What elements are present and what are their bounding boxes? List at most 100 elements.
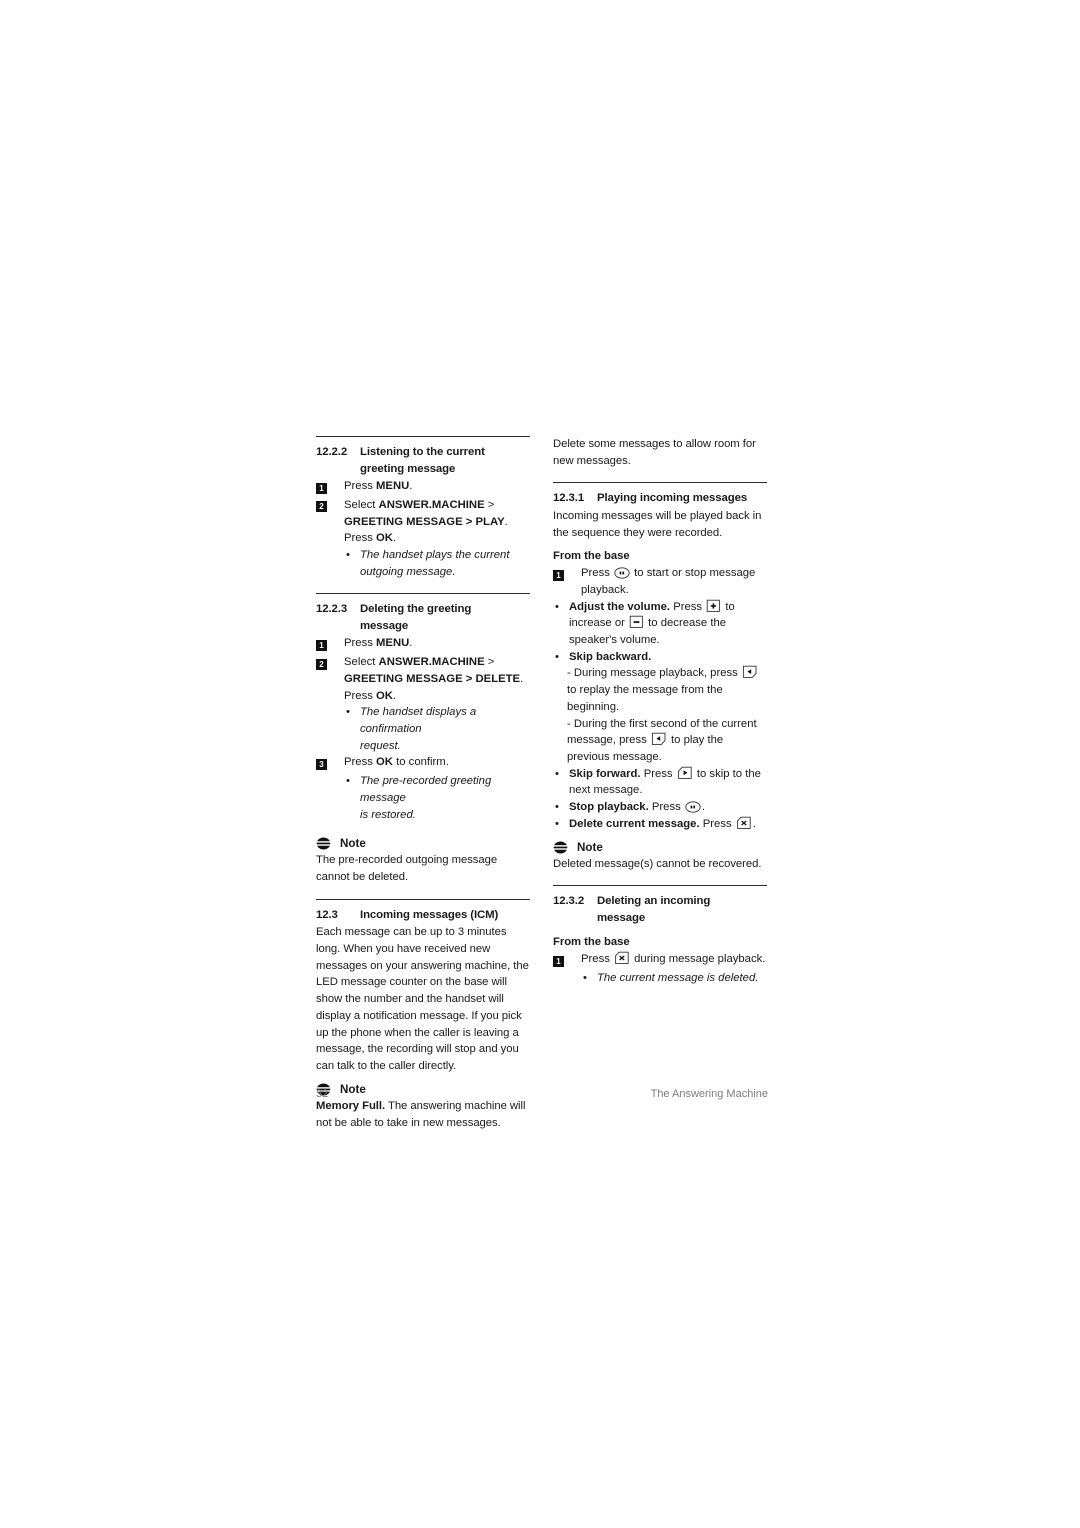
volume-up-key-icon xyxy=(706,599,721,613)
section-divider xyxy=(553,482,767,484)
step-number: 1 xyxy=(316,635,344,654)
bullet-item-stop-playback: • Stop playback. Press . xyxy=(553,799,767,816)
bullet-item: • The current message is deleted. xyxy=(581,970,767,987)
note-emphasis-memory-full: Memory Full. xyxy=(316,1099,386,1112)
skip-forward-key-icon xyxy=(677,766,693,780)
step-item: 3 Press OK to confirm. xyxy=(316,754,530,773)
bullet-dot-icon: • xyxy=(583,971,587,984)
key-label-ok: OK xyxy=(376,756,393,769)
play-stop-key-icon xyxy=(685,801,701,813)
page-footer: 32 The Answering Machine xyxy=(316,1088,768,1100)
step-item: 1 Press MENU. xyxy=(316,478,530,497)
volume-down-key-icon xyxy=(629,615,644,629)
bullet-item-delete-message: • Delete current message. Press . xyxy=(553,816,767,833)
bullet-text: Stop playback. Press . xyxy=(569,801,706,814)
footer-chapter-title: The Answering Machine xyxy=(650,1088,768,1100)
bullet-item: • The pre-recorded greeting message is r… xyxy=(344,773,530,823)
section-number: 12.2.3 xyxy=(316,603,348,616)
step-number-badge: 1 xyxy=(316,482,327,494)
bullet-item-skip-backward: • Skip backward. xyxy=(553,649,767,666)
bullet-dot-icon: • xyxy=(346,706,350,719)
step-number: 1 xyxy=(553,951,581,970)
menu-path-greeting-play: GREETING MESSAGE > PLAY xyxy=(344,515,505,528)
right-column: Delete some messages to allow room for n… xyxy=(553,436,767,987)
page-content: 12.2.2 Listening to the current greeting… xyxy=(316,436,768,1131)
section-title: Deleting an incoming message xyxy=(597,895,711,924)
section-title: Playing incoming messages xyxy=(597,492,748,505)
bullet-dot-icon: • xyxy=(555,817,559,830)
section-number: 12.3.1 xyxy=(553,492,585,505)
page-number: 32 xyxy=(316,1088,329,1100)
step-number: 1 xyxy=(316,478,344,497)
section-divider xyxy=(316,593,530,595)
step-number: 1 xyxy=(553,565,581,598)
bullet-dot-icon: • xyxy=(555,767,559,780)
section-divider xyxy=(553,885,767,887)
step-text: Press MENU. xyxy=(344,480,413,493)
step-number: 2 xyxy=(316,497,344,547)
note-body: Memory Full. The answering machine will … xyxy=(316,1099,526,1129)
note-body: Deleted message(s) cannot be recovered. xyxy=(553,857,762,870)
note-label: Note xyxy=(340,837,366,851)
sub-instruction-skip-backward-2: - During the first second of the current… xyxy=(567,717,757,764)
section-heading-12-3-1: 12.3.1 Playing incoming messages xyxy=(553,490,767,507)
bullet-item: • The handset displays a confirmation re… xyxy=(344,704,530,754)
subheading-from-the-base: From the base xyxy=(553,550,630,563)
bullet-text: Delete current message. Press . xyxy=(569,816,756,830)
bullet-item-adjust-volume: • Adjust the volume. Press to increase o… xyxy=(553,599,767,649)
step-number-badge: 1 xyxy=(553,569,564,581)
manual-page: 12.2.2 Listening to the current greeting… xyxy=(0,0,1080,1528)
play-stop-key-icon xyxy=(614,567,630,579)
step-number-badge: 2 xyxy=(316,658,327,670)
step-text: Press to start or stop message playback. xyxy=(581,567,756,596)
step-text: Select ANSWER.MACHINE > GREETING MESSAGE … xyxy=(344,656,524,702)
step-number-badge: 1 xyxy=(553,955,564,967)
bullet-emphasis: Delete current message. xyxy=(569,817,700,830)
section-body: Incoming messages will be played back in… xyxy=(553,509,762,539)
key-label-ok: OK xyxy=(376,689,393,702)
step-item: 2 Select ANSWER.MACHINE > GREETING MESSAG… xyxy=(316,654,530,704)
bullet-text: Skip forward. Press to skip to the next … xyxy=(569,766,761,797)
section-divider xyxy=(316,436,530,437)
section-heading-12-2-2: 12.2.2 Listening to the current greeting… xyxy=(316,444,530,477)
bullet-dot-icon: • xyxy=(346,548,350,561)
skip-backward-key-icon xyxy=(742,665,758,679)
step-item: 1 Press during message playback. xyxy=(553,951,767,970)
key-label-menu: MENU xyxy=(376,480,410,493)
bullet-emphasis: Adjust the volume. xyxy=(569,600,671,613)
step-number-badge: 1 xyxy=(316,639,327,651)
bullet-item-skip-forward: • Skip forward. Press to skip to the nex… xyxy=(553,766,767,799)
bullet-text: The current message is deleted. xyxy=(597,971,759,984)
note-header: Note xyxy=(316,836,530,851)
step-number: 2 xyxy=(316,654,344,704)
bullet-item: • The handset plays the current outgoing… xyxy=(344,547,530,580)
step-text: Press MENU. xyxy=(344,637,413,650)
bullet-text: The pre-recorded greeting message is res… xyxy=(360,775,492,821)
step-item: 1 Press MENU. xyxy=(316,635,530,654)
section-body: Each message can be up to 3 minutes long… xyxy=(316,926,529,1073)
menu-path-answer-machine: ANSWER.MACHINE xyxy=(378,656,485,669)
section-number: 12.3.2 xyxy=(553,895,585,908)
step-number-badge: 3 xyxy=(316,758,327,770)
bullet-emphasis: Skip backward. xyxy=(569,650,652,663)
section-number: 12.3 xyxy=(316,908,338,921)
subheading-from-the-base: From the base xyxy=(553,936,630,949)
left-column: 12.2.2 Listening to the current greeting… xyxy=(316,436,530,1131)
skip-backward-key-icon xyxy=(651,732,667,746)
sub-instruction-skip-backward-1: - During message playback, press to repl… xyxy=(567,665,767,715)
step-text: Select ANSWER.MACHINE > GREETING MESSAGE … xyxy=(344,498,508,545)
step-item: 1 Press to start or stop message playbac… xyxy=(553,565,767,598)
bullet-text: Adjust the volume. Press to increase or … xyxy=(569,599,735,646)
note-header: Note xyxy=(553,840,767,855)
bullet-text: Skip backward. xyxy=(569,649,767,666)
continued-paragraph: Delete some messages to allow room for n… xyxy=(553,438,756,467)
delete-key-icon xyxy=(736,816,752,830)
step-text: Press during message playback. xyxy=(581,951,766,966)
step-text: Press OK to confirm. xyxy=(344,756,449,769)
bullet-emphasis: Skip forward. xyxy=(569,767,641,780)
bullet-text: The handset displays a confirmation requ… xyxy=(360,706,477,752)
step-number-badge: 2 xyxy=(316,501,327,513)
two-column-layout: 12.2.2 Listening to the current greeting… xyxy=(316,436,768,1131)
bullet-dot-icon: • xyxy=(555,600,559,613)
section-divider xyxy=(316,898,530,900)
